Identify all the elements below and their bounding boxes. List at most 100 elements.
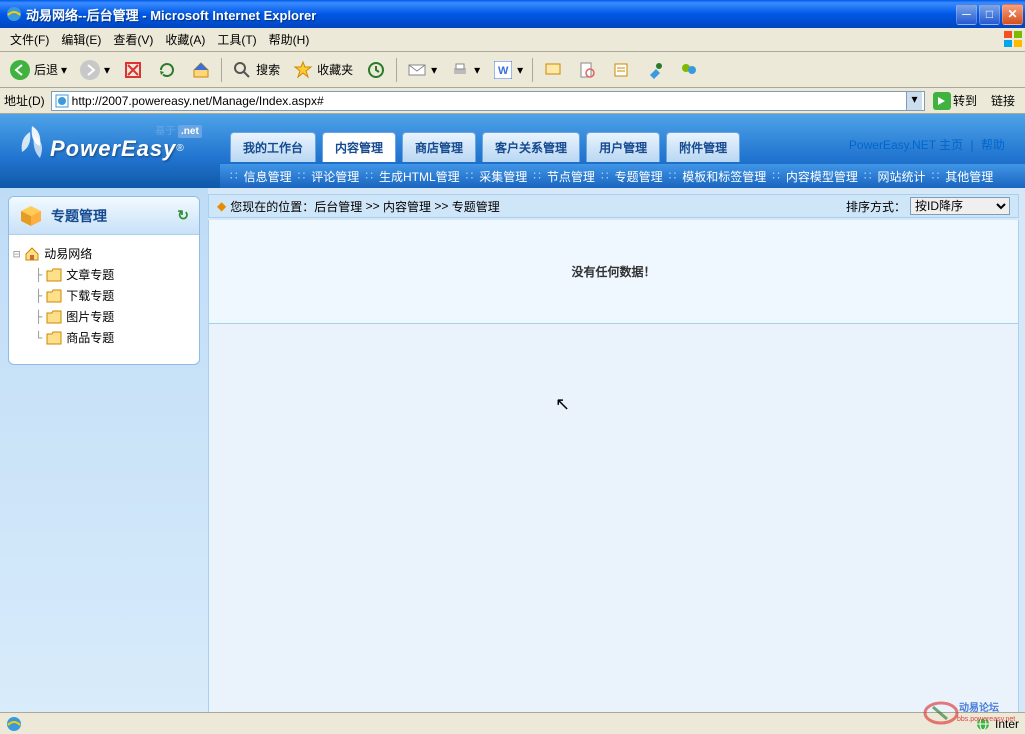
refresh-button[interactable]: [151, 56, 183, 84]
print-button[interactable]: ▾: [444, 56, 485, 84]
address-bar: 地址(D) ▾ 转到 链接: [0, 88, 1025, 114]
star-icon: [292, 59, 314, 81]
clipboard-icon: [610, 59, 632, 81]
subtab-special[interactable]: 专题管理: [615, 168, 663, 185]
sidebar: 专题管理 ↻ ⊟ 动易网络 ├文章专题 ├下载专题 ├图片专题 └商品专题: [0, 188, 208, 734]
discuss-button[interactable]: [537, 56, 569, 84]
print-icon: [449, 59, 471, 81]
page-body: 专题管理 ↻ ⊟ 动易网络 ├文章专题 ├下载专题 ├图片专题 └商品专题: [0, 188, 1025, 734]
subtab-model[interactable]: 内容模型管理: [786, 168, 858, 185]
folder-icon: [46, 310, 62, 324]
toolbar: 后退 ▾ ▾ 搜索 收藏夹 ▾ ▾ W▾: [0, 52, 1025, 88]
forward-button[interactable]: ▾: [74, 56, 115, 84]
tools-icon: [644, 59, 666, 81]
link-help[interactable]: 帮助: [981, 138, 1005, 152]
link-home[interactable]: PowerEasy.NET 主页: [849, 138, 963, 152]
menu-favorites[interactable]: 收藏(A): [159, 29, 211, 50]
svg-text:动易论坛: 动易论坛: [959, 701, 999, 714]
breadcrumb-part[interactable]: 专题管理: [452, 198, 500, 215]
favorites-button[interactable]: 收藏夹: [287, 56, 358, 84]
maximize-button[interactable]: □: [979, 4, 1000, 25]
dropdown-icon: ▾: [517, 63, 523, 77]
separator-icon: [396, 58, 397, 82]
ie-icon: [6, 716, 22, 732]
tbitem-a-button[interactable]: [605, 56, 637, 84]
subtab-other[interactable]: 其他管理: [945, 168, 993, 185]
research-icon: [576, 59, 598, 81]
tab-crm[interactable]: 客户关系管理: [482, 132, 580, 162]
leaf-icon: [10, 122, 54, 166]
breadcrumb-sep: >>: [434, 199, 448, 213]
go-button[interactable]: 转到: [929, 92, 981, 110]
close-button[interactable]: ✕: [1002, 4, 1023, 25]
content: ◆ 您现在的位置： 后台管理 >> 内容管理 >> 专题管理 排序方式： 按ID…: [208, 188, 1025, 734]
links-label[interactable]: 链接: [985, 92, 1021, 109]
breadcrumb-part[interactable]: 后台管理: [314, 198, 362, 215]
address-dropdown-icon[interactable]: ▾: [906, 92, 922, 110]
edit-button[interactable]: W▾: [487, 56, 528, 84]
data-area: 没有任何数据！: [208, 220, 1019, 324]
tree: ⊟ 动易网络 ├文章专题 ├下载专题 ├图片专题 └商品专题: [9, 235, 199, 364]
header-links: PowerEasy.NET 主页 | 帮助: [845, 136, 1009, 153]
research-button[interactable]: [571, 56, 603, 84]
breadcrumb-part[interactable]: 内容管理: [383, 198, 431, 215]
address-input[interactable]: [72, 94, 906, 108]
subtab-stats[interactable]: 网站统计: [878, 168, 926, 185]
watermark: 动易论坛 bbs.powereasy.net: [921, 699, 1021, 730]
subtab-comment[interactable]: 评论管理: [311, 168, 359, 185]
tree-root[interactable]: ⊟ 动易网络: [13, 243, 195, 264]
window-titlebar: 动易网络--后台管理 - Microsoft Internet Explorer…: [0, 0, 1025, 28]
search-button[interactable]: 搜索: [226, 56, 285, 84]
back-dropdown-icon: ▾: [61, 63, 67, 77]
tab-attachment-manage[interactable]: 附件管理: [666, 132, 740, 162]
search-label: 搜索: [256, 61, 280, 78]
side-panel: 专题管理 ↻ ⊟ 动易网络 ├文章专题 ├下载专题 ├图片专题 └商品专题: [8, 196, 200, 365]
sort-select[interactable]: 按ID降序: [910, 197, 1010, 215]
back-icon: [9, 59, 31, 81]
sub-tabs: ∷信息管理 ∷评论管理 ∷生成HTML管理 ∷采集管理 ∷节点管理 ∷专题管理 …: [220, 164, 1025, 188]
tree-item-image[interactable]: ├图片专题: [13, 306, 195, 327]
empty-message: 没有任何数据！: [571, 263, 655, 280]
subtab-template[interactable]: 模板和标签管理: [682, 168, 766, 185]
sort-control: 排序方式： 按ID降序: [846, 197, 1010, 215]
location-icon: ◆: [217, 199, 226, 213]
tbitem-b-button[interactable]: [639, 56, 671, 84]
page-icon: [54, 93, 70, 109]
menu-file[interactable]: 文件(F): [4, 29, 55, 50]
subtab-node[interactable]: 节点管理: [547, 168, 595, 185]
tab-shop-manage[interactable]: 商店管理: [402, 132, 476, 162]
tree-item-product[interactable]: └商品专题: [13, 327, 195, 348]
main-tabs: 我的工作台 内容管理 商店管理 客户关系管理 用户管理 附件管理: [230, 132, 740, 162]
mail-button[interactable]: ▾: [401, 56, 442, 84]
subtab-gather[interactable]: 采集管理: [479, 168, 527, 185]
menu-edit[interactable]: 编辑(E): [55, 29, 107, 50]
based-on-net: 基于 .net: [155, 122, 202, 137]
stop-button[interactable]: [117, 56, 149, 84]
menu-help[interactable]: 帮助(H): [263, 29, 316, 50]
back-button[interactable]: 后退 ▾: [4, 56, 72, 84]
messenger-button[interactable]: [673, 56, 705, 84]
history-button[interactable]: [360, 56, 392, 84]
subtab-html[interactable]: 生成HTML管理: [379, 168, 460, 185]
sidebar-title-text: 专题管理: [51, 206, 107, 226]
home-icon: [190, 59, 212, 81]
tree-root-label: 动易网络: [44, 245, 92, 262]
tab-content-manage[interactable]: 内容管理: [322, 132, 396, 162]
separator-icon: [532, 58, 533, 82]
ie-icon: [6, 6, 22, 22]
logo: 基于 .net PowerEasy®: [10, 122, 210, 169]
menu-view[interactable]: 查看(V): [107, 29, 159, 50]
address-label: 地址(D): [4, 92, 47, 109]
refresh-tree-button[interactable]: ↻: [177, 207, 189, 224]
menu-tools[interactable]: 工具(T): [211, 29, 262, 50]
tree-item-article[interactable]: ├文章专题: [13, 264, 195, 285]
go-label: 转到: [953, 92, 977, 109]
home-button[interactable]: [185, 56, 217, 84]
tab-workbench[interactable]: 我的工作台: [230, 132, 316, 162]
tab-user-manage[interactable]: 用户管理: [586, 132, 660, 162]
subtab-info[interactable]: 信息管理: [244, 168, 292, 185]
discuss-icon: [542, 59, 564, 81]
tree-item-download[interactable]: ├下载专题: [13, 285, 195, 306]
breadcrumb-label: 您现在的位置：: [230, 198, 314, 215]
minimize-button[interactable]: ─: [956, 4, 977, 25]
